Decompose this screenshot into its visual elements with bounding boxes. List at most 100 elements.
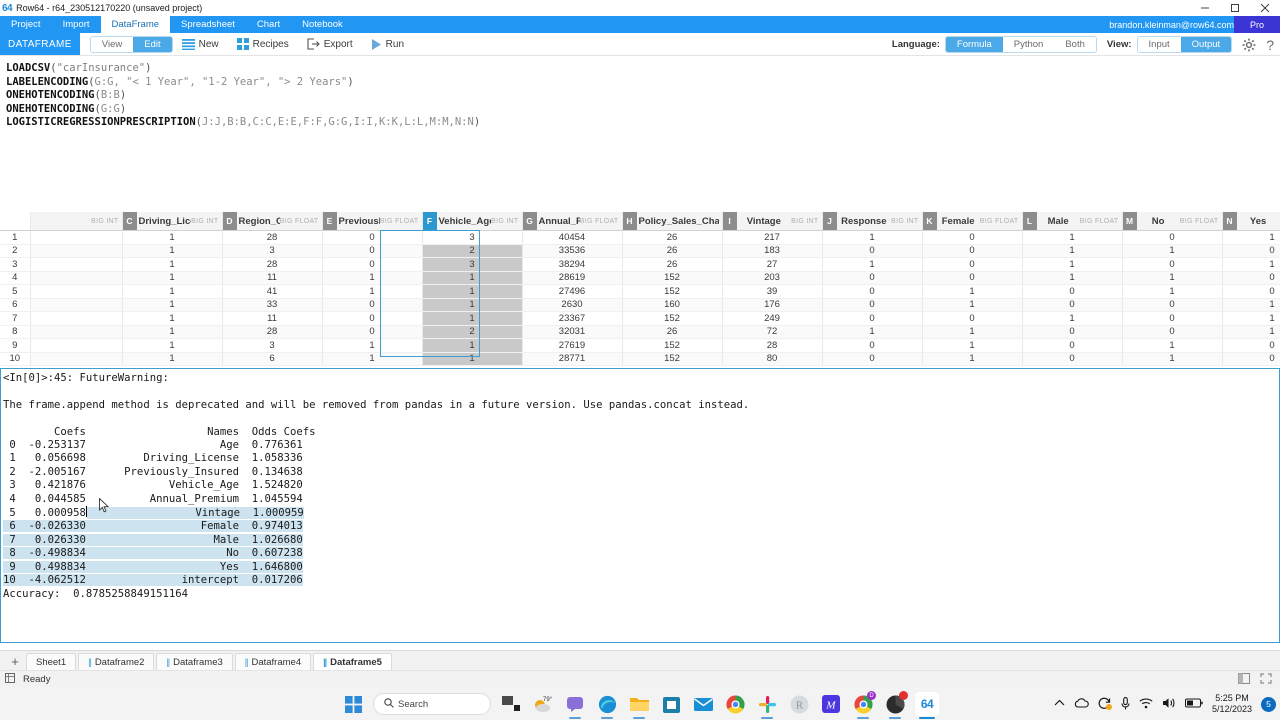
sheet-tab-dataframe3[interactable]: || Dataframe3 (156, 653, 233, 670)
table-cell[interactable]: 0 (822, 284, 923, 299)
table-cell[interactable]: 1 (122, 284, 223, 299)
mail-icon[interactable] (691, 692, 715, 716)
sheet-tab-dataframe2[interactable]: || Dataframe2 (78, 653, 155, 670)
formula-line-1[interactable]: LOADCSV("carInsurance") (6, 62, 1280, 76)
language-option-both[interactable]: Both (1054, 37, 1096, 52)
table-cell[interactable]: 1 (122, 257, 223, 272)
table-cell[interactable]: 28771 (522, 352, 623, 366)
other-browser-icon[interactable] (883, 691, 908, 719)
sheet-tab-dataframe4[interactable]: || Dataframe4 (234, 653, 312, 670)
table-cell[interactable] (30, 271, 123, 285)
new-button[interactable]: New (173, 38, 228, 50)
menu-item-spreadsheet[interactable]: Spreadsheet (170, 16, 246, 33)
table-cell[interactable]: 26 (622, 230, 723, 245)
view-toggle[interactable]: Input Output (1136, 36, 1233, 53)
table-cell[interactable]: 27496 (522, 284, 623, 299)
table-cell[interactable]: 0 (1122, 311, 1223, 326)
column-header-annual_premium[interactable]: GAnnual_PremiumBIG FLOAT (522, 212, 623, 231)
table-cell[interactable]: 249 (722, 311, 823, 326)
volume-icon[interactable] (1162, 697, 1176, 711)
app-m-icon[interactable]: M (819, 692, 843, 716)
table-cell[interactable]: 0 (322, 298, 423, 312)
table-cell[interactable]: 1 (122, 325, 223, 339)
column-header-male[interactable]: L Male BIG FLOAT (1022, 212, 1123, 231)
menu-item-import[interactable]: Import (52, 16, 101, 33)
table-row[interactable]: 5 1 41 1 1 27496 152 39 0 1 0 1 0 (0, 284, 1280, 299)
table-row[interactable]: 1 1 28 0 3 40454 26 217 1 0 1 0 1 (0, 230, 1280, 245)
gear-icon[interactable] (1242, 38, 1256, 52)
table-cell[interactable]: 203 (722, 271, 823, 285)
table-cell[interactable]: 0 (922, 311, 1023, 326)
edge-icon[interactable] (595, 692, 619, 719)
onedrive-icon[interactable] (1074, 698, 1089, 710)
chrome-beta-icon[interactable]: D (851, 691, 876, 719)
recipes-button[interactable]: Recipes (228, 38, 298, 50)
table-cell[interactable]: 2 (422, 325, 523, 339)
table-cell[interactable]: 1 (322, 271, 423, 285)
table-cell[interactable]: 1 (122, 244, 223, 258)
menu-item-chart[interactable]: Chart (246, 16, 291, 33)
console-output-pane[interactable]: <In[0]>:45: FutureWarning: The frame.app… (0, 368, 1280, 643)
table-cell[interactable]: 0 (822, 244, 923, 258)
table-cell[interactable]: 1 (1022, 230, 1123, 245)
pro-badge[interactable]: Pro (1234, 16, 1280, 33)
table-cell[interactable]: 39 (722, 284, 823, 299)
sheet-tab-sheet1[interactable]: Sheet1 (26, 653, 77, 670)
table-cell[interactable]: 27 (722, 257, 823, 272)
table-cell[interactable]: 3 (222, 338, 323, 353)
table-cell[interactable]: 28619 (522, 271, 623, 285)
table-cell[interactable]: 1 (422, 352, 523, 366)
table-cell[interactable]: 152 (622, 284, 723, 299)
language-option-formula[interactable]: Formula (945, 37, 1003, 52)
table-cell[interactable]: 1 (122, 271, 223, 285)
formula-editor[interactable]: LOADCSV("carInsurance") LABELENCODING(G:… (0, 56, 1280, 212)
taskview-icon[interactable] (499, 692, 523, 716)
table-cell[interactable]: 0 (322, 257, 423, 272)
table-cell[interactable]: 41 (222, 284, 323, 299)
table-cell[interactable]: 0 (1222, 338, 1280, 353)
add-sheet-button[interactable]: + (4, 652, 26, 670)
table-cell[interactable]: 33 (222, 298, 323, 312)
table-cell[interactable]: 28 (722, 338, 823, 353)
question-mark-icon[interactable]: ? (1266, 37, 1276, 53)
account-email[interactable]: brandon.kleinman@row64.com (1109, 16, 1234, 33)
table-row[interactable]: 6 1 33 0 1 2630 160 176 0 1 0 0 1 (0, 298, 1280, 312)
table-row[interactable]: 10 1 6 1 1 28771 152 80 0 1 0 1 0 (0, 352, 1280, 366)
table-cell[interactable]: 3 (222, 244, 323, 258)
column-header-driving_license[interactable]: CDriving_LicenseBIG INT (122, 212, 223, 231)
table-cell[interactable]: 1 (1022, 271, 1123, 285)
table-cell[interactable]: 183 (722, 244, 823, 258)
table-cell[interactable] (30, 257, 123, 272)
fit-screen-icon[interactable] (1260, 672, 1272, 687)
table-cell[interactable] (30, 325, 123, 339)
table-cell[interactable]: 1 (922, 338, 1023, 353)
table-cell[interactable]: 23367 (522, 311, 623, 326)
table-cell[interactable] (30, 352, 123, 366)
column-header-previously_insured[interactable]: EPreviously_InsuredBIG FLOAT (322, 212, 423, 231)
language-option-python[interactable]: Python (1002, 37, 1055, 52)
table-row[interactable]: 4 1 11 1 1 28619 152 203 0 0 1 1 0 (0, 271, 1280, 285)
table-cell[interactable]: 3 (422, 257, 523, 272)
dataframe-grid[interactable]: BIG INTCDriving_LicenseBIG INTDRegion_Co… (0, 212, 1280, 366)
menu-item-dataframe[interactable]: DataFrame (100, 16, 171, 33)
formula-line-2[interactable]: LABELENCODING(G:G, "< 1 Year", "1-2 Year… (6, 76, 1280, 90)
column-header-policy_sales_channel[interactable]: HPolicy_Sales_Channel (622, 212, 723, 231)
column-header-female[interactable]: K Female BIG FLOAT (922, 212, 1023, 231)
taskbar-clock[interactable]: 5:25 PM 5/12/2023 (1212, 693, 1252, 715)
table-cell[interactable]: 0 (1022, 284, 1123, 299)
split-view-icon[interactable] (1238, 672, 1250, 687)
table-cell[interactable]: 1 (1022, 244, 1123, 258)
table-cell[interactable]: 1 (122, 311, 223, 326)
table-cell[interactable]: 217 (722, 230, 823, 245)
table-cell[interactable]: 0 (322, 325, 423, 339)
close-icon[interactable] (1250, 0, 1280, 16)
table-cell[interactable]: 1 (122, 298, 223, 312)
view-edit-toggle[interactable]: View Edit (89, 35, 173, 53)
column-header-no[interactable]: M No BIG FLOAT (1122, 212, 1223, 231)
table-cell[interactable]: 32031 (522, 325, 623, 339)
table-cell[interactable]: 11 (222, 311, 323, 326)
table-cell[interactable]: 1 (1122, 338, 1223, 353)
table-cell[interactable]: 2630 (522, 298, 623, 312)
microphone-icon[interactable] (1121, 696, 1130, 712)
view-option-output[interactable]: Output (1180, 37, 1232, 52)
